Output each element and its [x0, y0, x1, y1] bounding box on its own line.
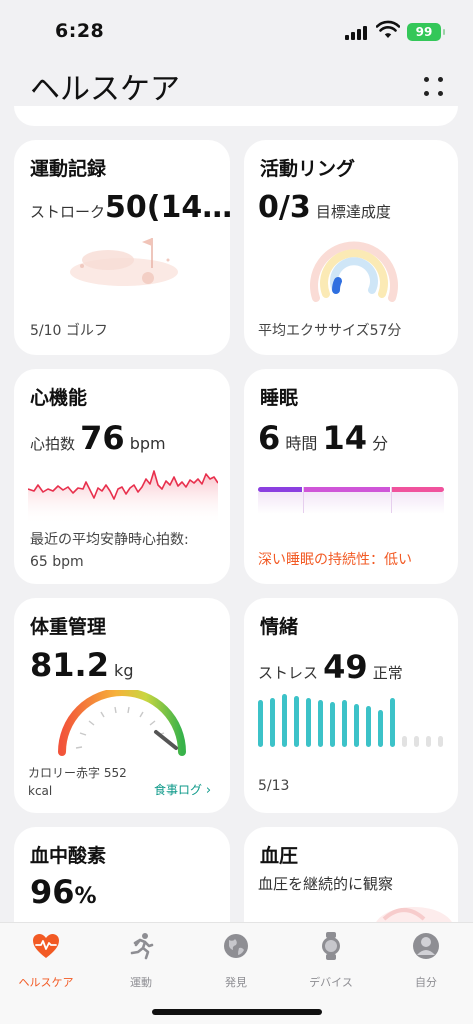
- tab-label: デバイス: [309, 976, 353, 989]
- heart-function-card[interactable]: 心機能 心拍数 76 bpm 最近の平均安静時心拍数: 65 bpm: [14, 369, 230, 584]
- card-title: 活動リング: [260, 158, 356, 180]
- tab-discover[interactable]: 発見: [201, 931, 271, 990]
- battery-indicator: 99: [407, 23, 445, 41]
- tab-label: 発見: [225, 976, 247, 989]
- sleep-stage-bar: [258, 487, 444, 517]
- status-bar: 6:28 99: [0, 0, 473, 60]
- heart-rate-label: 心拍数: [30, 435, 76, 453]
- meal-log-label: 食事ログ: [154, 783, 203, 797]
- emotion-card[interactable]: 情緒 ストレス 49 正常 5/13: [244, 598, 458, 813]
- stress-status: 正常: [372, 664, 403, 682]
- sleep-duration-row: 6 時間 14 分: [258, 419, 388, 457]
- wifi-icon: [376, 20, 400, 38]
- heart-rate-row: 心拍数 76 bpm: [30, 419, 166, 457]
- runner-icon: [130, 933, 154, 960]
- stress-label: ストレス: [258, 664, 319, 682]
- resting-hr-value: 65 bpm: [30, 554, 84, 570]
- ring-progress-label: 目標達成度: [315, 203, 391, 221]
- emotion-footer: 5/13: [258, 778, 290, 794]
- watch-icon: [322, 932, 340, 960]
- sleep-hours-unit: 時間: [285, 434, 318, 453]
- grid-menu-icon[interactable]: [418, 72, 448, 102]
- bottom-tab-bar: ヘルスケア 運動 発見 デバイス 自分: [0, 922, 473, 1024]
- sleep-minutes-value: 14: [322, 419, 367, 457]
- weight-management-card[interactable]: 体重管理 81.2 kg カロリー赤字 552 kcal 食事ログ ›: [14, 598, 230, 813]
- heart-rate-value: 76: [80, 419, 125, 457]
- calorie-deficit-unit: kcal: [28, 784, 53, 798]
- resting-hr-label: 最近の平均安静時心拍数:: [30, 532, 189, 548]
- stroke-row: ストローク50(14…: [30, 190, 230, 225]
- exercise-record-card[interactable]: 運動記録 ストローク50(14… 5/10 ゴルフ: [14, 140, 230, 355]
- spo2-value: 96: [30, 873, 75, 911]
- spo2-unit: %: [74, 884, 97, 909]
- heart-rate-chart: [28, 470, 218, 525]
- ring-progress-value: 0/3: [258, 190, 311, 225]
- tab-label: 運動: [130, 976, 152, 989]
- page-title: ヘルスケア: [30, 72, 180, 107]
- tab-profile[interactable]: 自分: [391, 931, 461, 990]
- card-title: 血圧: [260, 845, 299, 867]
- sleep-card[interactable]: 睡眠 6 時間 14 分 深い睡眠の持続性：低い: [244, 369, 458, 584]
- profile-icon: [413, 933, 439, 959]
- weight-row: 81.2 kg: [30, 646, 133, 684]
- meal-log-link[interactable]: 食事ログ ›: [154, 781, 211, 798]
- signal-icon: [345, 24, 371, 40]
- stress-bar-chart: [258, 694, 443, 747]
- stroke-label: ストローク: [30, 203, 106, 221]
- tab-label: ヘルスケア: [18, 976, 74, 989]
- activity-rings-chart: [310, 241, 398, 302]
- card-title: 心機能: [30, 387, 88, 409]
- activity-ring-card[interactable]: 活動リング 0/3 目標達成度 平均エクササイズ57分: [244, 140, 458, 355]
- scrolled-card-edge: [14, 106, 458, 126]
- sleep-hours-value: 6: [258, 419, 281, 457]
- tab-devices[interactable]: デバイス: [296, 931, 366, 990]
- status-time: 6:28: [55, 20, 105, 42]
- card-title: 体重管理: [30, 616, 107, 638]
- exercise-footer: 5/10 ゴルフ: [30, 323, 108, 339]
- card-title: 血中酸素: [30, 845, 107, 867]
- tab-exercise[interactable]: 運動: [106, 931, 176, 990]
- tab-health-care[interactable]: ヘルスケア: [11, 931, 81, 990]
- activity-footer: 平均エクササイズ57分: [258, 323, 402, 339]
- heart-rate-unit: bpm: [129, 434, 166, 453]
- card-title: 睡眠: [260, 387, 299, 409]
- ring-progress-row: 0/3 目標達成度: [258, 190, 391, 225]
- card-title: 運動記録: [30, 158, 107, 180]
- weight-gauge: [58, 690, 186, 756]
- sleep-minutes-unit: 分: [372, 434, 389, 453]
- sleep-warning: 深い睡眠の持続性：低い: [258, 552, 412, 568]
- chevron-right-icon: ›: [205, 783, 212, 798]
- golf-illustration: [70, 238, 178, 286]
- heart-footer: 最近の平均安静時心拍数: 65 bpm: [30, 529, 189, 573]
- heart-pulse-icon: [33, 934, 59, 958]
- stroke-value: 50(14…: [105, 190, 230, 225]
- stress-value: 49: [323, 648, 368, 686]
- calorie-deficit-label: カロリー赤字 552: [28, 766, 127, 780]
- stress-row: ストレス 49 正常: [258, 648, 403, 686]
- home-indicator: [152, 1009, 322, 1015]
- weight-value: 81.2: [30, 646, 109, 684]
- calorie-deficit: カロリー赤字 552 kcal: [28, 764, 127, 800]
- weight-unit: kg: [114, 661, 134, 680]
- globe-icon: [224, 934, 248, 958]
- card-title: 情緒: [260, 616, 299, 638]
- tab-label: 自分: [415, 976, 437, 989]
- spo2-row: 96%: [30, 873, 97, 911]
